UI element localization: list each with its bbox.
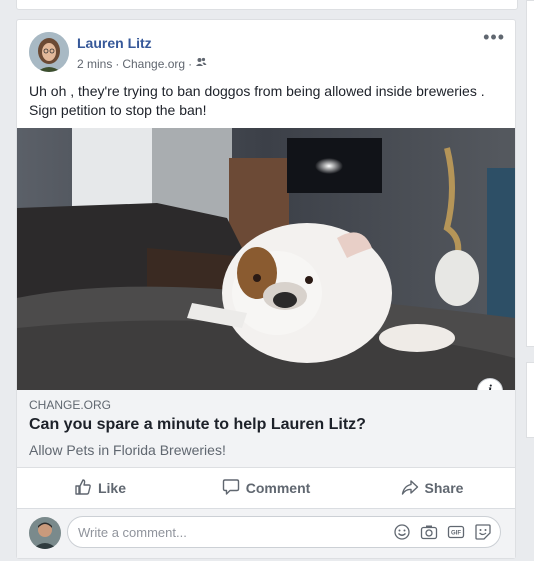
post-text: Uh oh , they're trying to ban doggos fro… bbox=[29, 83, 485, 118]
post-meta: 2 mins · Change.org · bbox=[77, 56, 207, 71]
camera-icon[interactable] bbox=[420, 523, 438, 541]
link-preview[interactable]: CHANGE.ORG Can you spare a minute to hel… bbox=[17, 390, 515, 468]
svg-text:GIF: GIF bbox=[451, 531, 461, 537]
comment-placeholder: Write a comment... bbox=[78, 525, 187, 540]
link-title[interactable]: Can you spare a minute to help Lauren Li… bbox=[29, 416, 366, 434]
link-domain: CHANGE.ORG bbox=[29, 398, 112, 412]
gif-icon[interactable]: GIF bbox=[447, 523, 465, 541]
emoji-icon[interactable] bbox=[393, 523, 411, 541]
meta-separator: · bbox=[188, 56, 193, 71]
comment-button[interactable]: Comment bbox=[183, 468, 349, 508]
current-user-avatar[interactable] bbox=[29, 517, 61, 549]
comment-label: Comment bbox=[245, 480, 311, 496]
share-arrow-icon bbox=[401, 478, 419, 499]
sticker-icon[interactable] bbox=[474, 523, 492, 541]
author-name[interactable]: Lauren Litz bbox=[77, 35, 152, 51]
like-label: Like bbox=[97, 480, 126, 496]
post-time[interactable]: 2 mins bbox=[77, 57, 112, 71]
more-options-icon[interactable]: ••• bbox=[483, 28, 505, 46]
comment-bubble-icon bbox=[222, 478, 240, 499]
friends-icon[interactable] bbox=[195, 56, 207, 71]
right-card-1 bbox=[526, 0, 534, 347]
right-card-2 bbox=[526, 362, 534, 438]
right-column bbox=[520, 0, 534, 561]
meta-separator: · bbox=[115, 56, 120, 71]
comment-input[interactable]: Write a comment... GIF bbox=[67, 516, 501, 548]
thumbs-up-icon bbox=[74, 478, 92, 499]
bulldog-photo bbox=[17, 128, 515, 390]
link-description: Allow Pets in Florida Breweries! bbox=[29, 442, 226, 458]
comment-tools: GIF bbox=[393, 523, 492, 541]
previous-post-card bbox=[16, 0, 518, 10]
post-actions: Like Comment Share bbox=[17, 468, 515, 509]
like-button[interactable]: Like bbox=[17, 468, 183, 508]
author-avatar[interactable] bbox=[29, 32, 69, 72]
post-photo[interactable] bbox=[17, 128, 515, 390]
comment-composer: Write a comment... GIF bbox=[17, 509, 515, 558]
share-label: Share bbox=[424, 480, 464, 496]
post-header: Lauren Litz 2 mins · Change.org · ••• bbox=[17, 20, 515, 80]
feed-post: Lauren Litz 2 mins · Change.org · ••• Uh… bbox=[16, 19, 516, 559]
post-via[interactable]: Change.org bbox=[122, 57, 185, 71]
share-button[interactable]: Share bbox=[349, 468, 515, 508]
